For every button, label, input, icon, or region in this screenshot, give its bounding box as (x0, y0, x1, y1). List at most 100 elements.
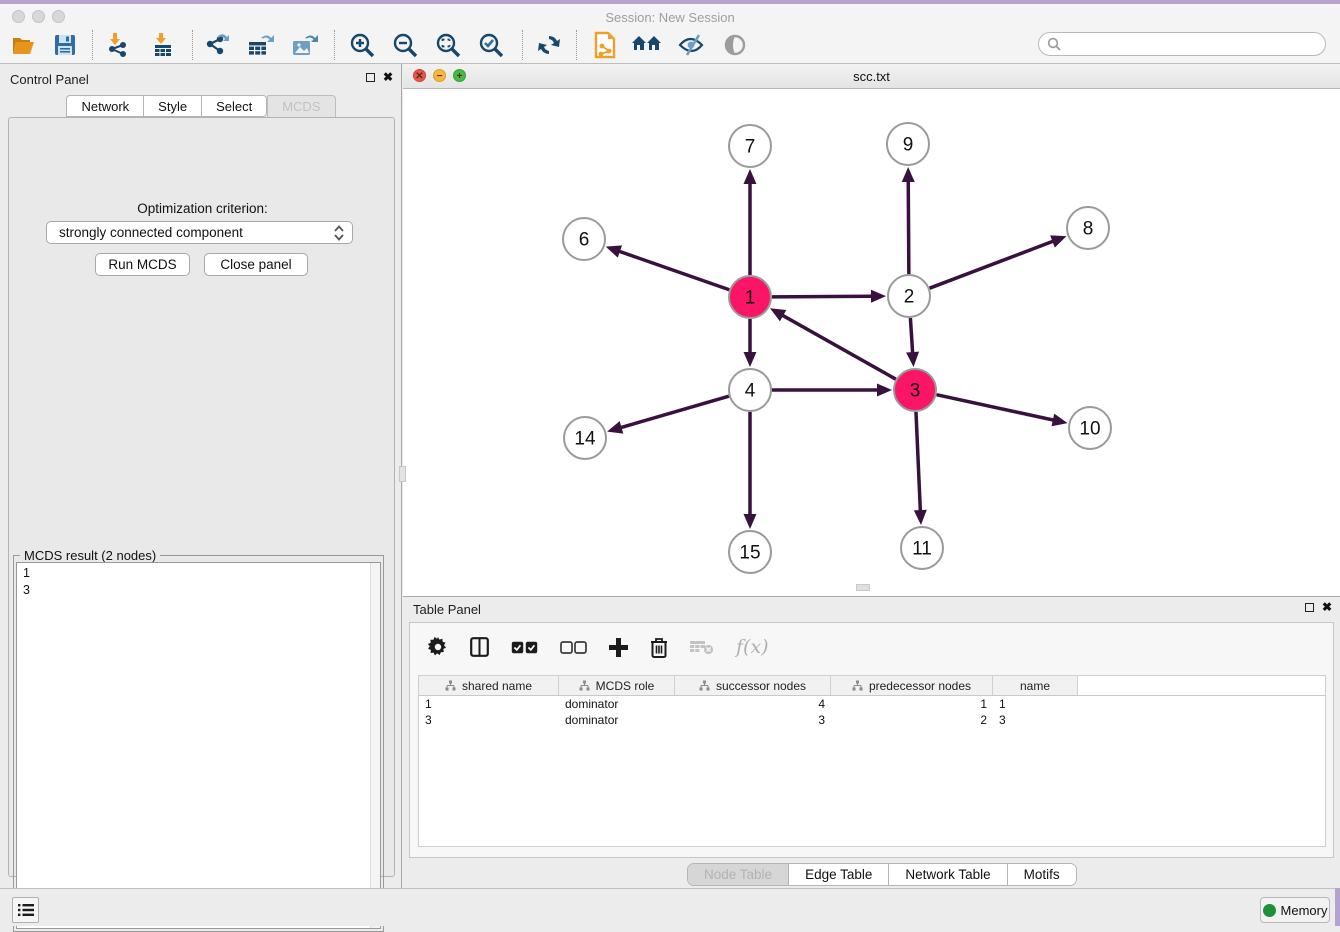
graph-edge-1-2[interactable] (772, 296, 873, 297)
graph-edge-2-8[interactable] (930, 241, 1055, 288)
zoom-in-button[interactable] (345, 29, 379, 61)
table-columns-button[interactable] (470, 637, 489, 657)
column-header-mcds-role[interactable]: MCDS role (559, 676, 675, 695)
graph-edge-arrowhead (906, 352, 919, 367)
graph-edge-2-9[interactable] (908, 180, 909, 274)
table-panel-float-icon[interactable] (1305, 603, 1314, 612)
tab-motifs[interactable]: Motifs (1008, 864, 1076, 885)
graph-node-label: 9 (903, 135, 914, 156)
vertical-splitter-grip[interactable] (399, 466, 406, 482)
control-panel-close-icon[interactable]: ✖ (383, 72, 393, 82)
column-header-shared-name[interactable]: shared name (419, 676, 559, 695)
graph-edge-3-11[interactable] (916, 412, 920, 512)
export-table-button[interactable] (244, 29, 278, 61)
column-header-successor-nodes[interactable]: successor nodes (675, 676, 831, 695)
table-deselect-all-button[interactable] (560, 641, 587, 654)
mcds-result-group: MCDS result (2 nodes) 1 3 (13, 555, 384, 932)
graph-edge-arrowhead (914, 510, 927, 525)
tab-mcds[interactable]: MCDS (267, 95, 335, 117)
toolbar-separator (92, 30, 93, 60)
tab-network[interactable]: Network (66, 95, 143, 117)
show-all-button[interactable] (718, 29, 752, 61)
horizontal-splitter-grip[interactable] (856, 584, 870, 591)
function-builder-button[interactable]: f(x) (736, 636, 769, 658)
graph-edge-arrowhead (1050, 235, 1066, 247)
copy-network-button[interactable] (588, 29, 622, 61)
search-input[interactable] (1038, 32, 1326, 56)
table-delete-button[interactable] (650, 637, 668, 658)
import-table-button[interactable] (146, 29, 180, 61)
close-panel-button[interactable]: Close panel (204, 253, 308, 276)
graph-node-label: 14 (574, 429, 596, 450)
column-header-name[interactable]: name (993, 676, 1078, 695)
zoom-fit-icon (435, 32, 461, 58)
table-panel-close-icon[interactable]: ✖ (1322, 602, 1332, 612)
graph-edge-3-10[interactable] (936, 395, 1054, 421)
tab-edge-table[interactable]: Edge Table (789, 864, 889, 885)
main-toolbar (0, 27, 1340, 64)
export-image-icon (291, 32, 319, 58)
cell-name: 3 (993, 712, 1078, 728)
table-panel-body: f(x) shared name MCDS role successor nod… (409, 622, 1334, 858)
control-panel-float-icon[interactable] (366, 73, 375, 82)
import-network-button[interactable] (100, 29, 134, 61)
tree-icon (445, 680, 456, 691)
save-session-button[interactable] (48, 29, 82, 61)
column-label: shared name (462, 679, 532, 693)
tree-icon (699, 680, 710, 691)
mcds-result-text[interactable]: 1 3 (16, 562, 381, 929)
graph-edge-1-6[interactable] (618, 251, 729, 290)
table-settings-button[interactable] (428, 637, 448, 657)
window-titlebar: Session: New Session (0, 4, 1340, 27)
home-icon (631, 34, 663, 56)
zoom-out-button[interactable] (388, 29, 422, 61)
deselect-all-icon (560, 641, 587, 654)
memory-button[interactable]: Memory (1260, 897, 1330, 923)
optimization-criterion-value: strongly connected component (59, 225, 243, 240)
graph-edge-2-3[interactable] (910, 318, 912, 354)
optimization-criterion-select[interactable]: strongly connected component (46, 221, 353, 244)
node-table: shared name MCDS role successor nodes pr… (418, 675, 1326, 847)
graph-edge-3-1[interactable] (781, 315, 895, 380)
graph-node-label: 10 (1079, 419, 1100, 440)
tab-style[interactable]: Style (143, 95, 201, 117)
run-mcds-button[interactable]: Run MCDS (95, 253, 190, 276)
zoom-out-icon (392, 32, 418, 58)
mcds-result-line: 1 (23, 565, 380, 582)
node-table-header-row: shared name MCDS role successor nodes pr… (419, 676, 1325, 696)
tab-network-table[interactable]: Network Table (889, 864, 1007, 885)
control-panel-title: Control Panel (10, 72, 89, 87)
graph-edge-4-14[interactable] (620, 396, 729, 428)
table-delete-table-button[interactable] (690, 639, 714, 655)
first-neighbors-button[interactable] (630, 29, 664, 61)
cell-mcds-role: dominator (559, 696, 675, 712)
zoom-fit-button[interactable] (431, 29, 465, 61)
table-select-all-button[interactable] (511, 641, 538, 654)
task-history-button[interactable] (12, 897, 39, 923)
graph-edge-arrowhead (877, 384, 892, 397)
mcds-result-scrollbar[interactable] (370, 563, 380, 928)
window-title: Session: New Session (0, 10, 1340, 25)
import-network-icon (104, 32, 130, 58)
table-add-button[interactable] (609, 638, 628, 657)
column-header-predecessor-nodes[interactable]: predecessor nodes (831, 676, 993, 695)
tab-select[interactable]: Select (201, 95, 267, 117)
network-graph: 1234678910111415 (403, 89, 1340, 596)
export-network-button[interactable] (200, 29, 234, 61)
column-label: successor nodes (716, 679, 806, 693)
table-row[interactable]: 3 dominator 3 2 3 (419, 712, 1325, 728)
apply-layout-button[interactable] (532, 29, 566, 61)
table-row[interactable]: 1 dominator 4 1 1 (419, 696, 1325, 712)
tab-node-table[interactable]: Node Table (688, 864, 789, 885)
mcds-result-line: 3 (23, 582, 380, 599)
trash-icon (650, 637, 668, 658)
zoom-selected-button[interactable] (474, 29, 508, 61)
cell-shared-name: 3 (419, 712, 559, 728)
export-image-button[interactable] (288, 29, 322, 61)
refresh-icon (537, 33, 561, 57)
cell-predecessor-nodes: 2 (831, 712, 993, 728)
column-label: predecessor nodes (869, 679, 971, 693)
hide-selected-button[interactable] (674, 29, 708, 61)
open-session-button[interactable] (8, 29, 42, 61)
network-canvas[interactable]: 1234678910111415 (403, 89, 1340, 596)
